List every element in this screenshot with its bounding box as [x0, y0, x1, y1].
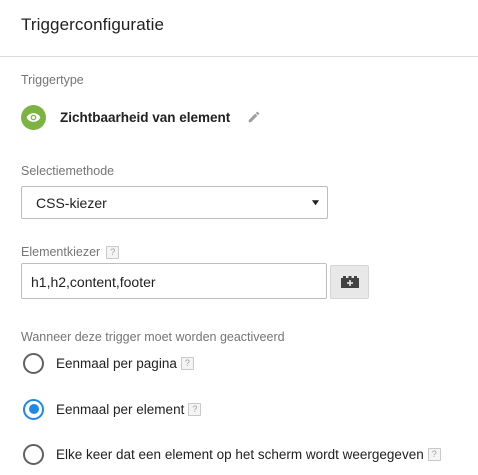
radio-label-row: Elke keer dat een element op het scherm …: [56, 447, 441, 462]
selection-method-value: CSS-kiezer: [36, 195, 107, 211]
panel-title: Triggerconfiguratie: [21, 15, 165, 34]
help-icon[interactable]: ?: [188, 402, 202, 416]
selection-method-select[interactable]: CSS-kiezer: [21, 186, 328, 219]
radio-label-row: Eenmaal per pagina ?: [56, 356, 194, 371]
help-icon[interactable]: ?: [180, 356, 194, 370]
dropdown-arrow-icon: [311, 200, 320, 206]
trigger-type-row: Zichtbaarheid van element: [21, 104, 262, 130]
element-selector-label-row: Elementkiezer ?: [21, 245, 120, 259]
radio-label: Eenmaal per element: [56, 401, 185, 417]
radio-once-per-element[interactable]: Eenmaal per element ?: [23, 397, 202, 421]
radio-label: Elke keer dat een element op het scherm …: [56, 446, 424, 462]
radio-label: Eenmaal per pagina: [56, 355, 177, 371]
help-icon[interactable]: ?: [427, 447, 441, 461]
selection-method-label: Selectiemethode: [21, 164, 115, 178]
trigger-type-name: Zichtbaarheid van element: [60, 109, 231, 125]
eye-icon: [21, 104, 46, 130]
firing-label: Wanneer deze trigger moet worden geactiv…: [21, 330, 285, 344]
radio-once-per-page[interactable]: Eenmaal per pagina ?: [23, 351, 194, 375]
radio-label-row: Eenmaal per element ?: [56, 401, 202, 417]
radio-button[interactable]: [23, 352, 44, 374]
radio-button[interactable]: [23, 443, 44, 465]
element-selector-value: h1,h2,content,footer: [31, 274, 156, 290]
element-selector-label: Elementkiezer: [21, 245, 101, 259]
radio-every-time-on-screen[interactable]: Elke keer dat een element op het scherm …: [23, 442, 441, 466]
element-selector-input[interactable]: h1,h2,content,footer: [21, 263, 327, 299]
add-variable-button[interactable]: [330, 265, 369, 299]
add-variable-icon: [340, 276, 359, 288]
panel-header: Triggerconfiguratie: [0, 0, 478, 57]
radio-button-selected[interactable]: [23, 398, 44, 420]
help-icon[interactable]: ?: [106, 245, 120, 259]
trigger-type-label: Triggertype: [21, 73, 84, 87]
pencil-icon[interactable]: [246, 109, 262, 125]
